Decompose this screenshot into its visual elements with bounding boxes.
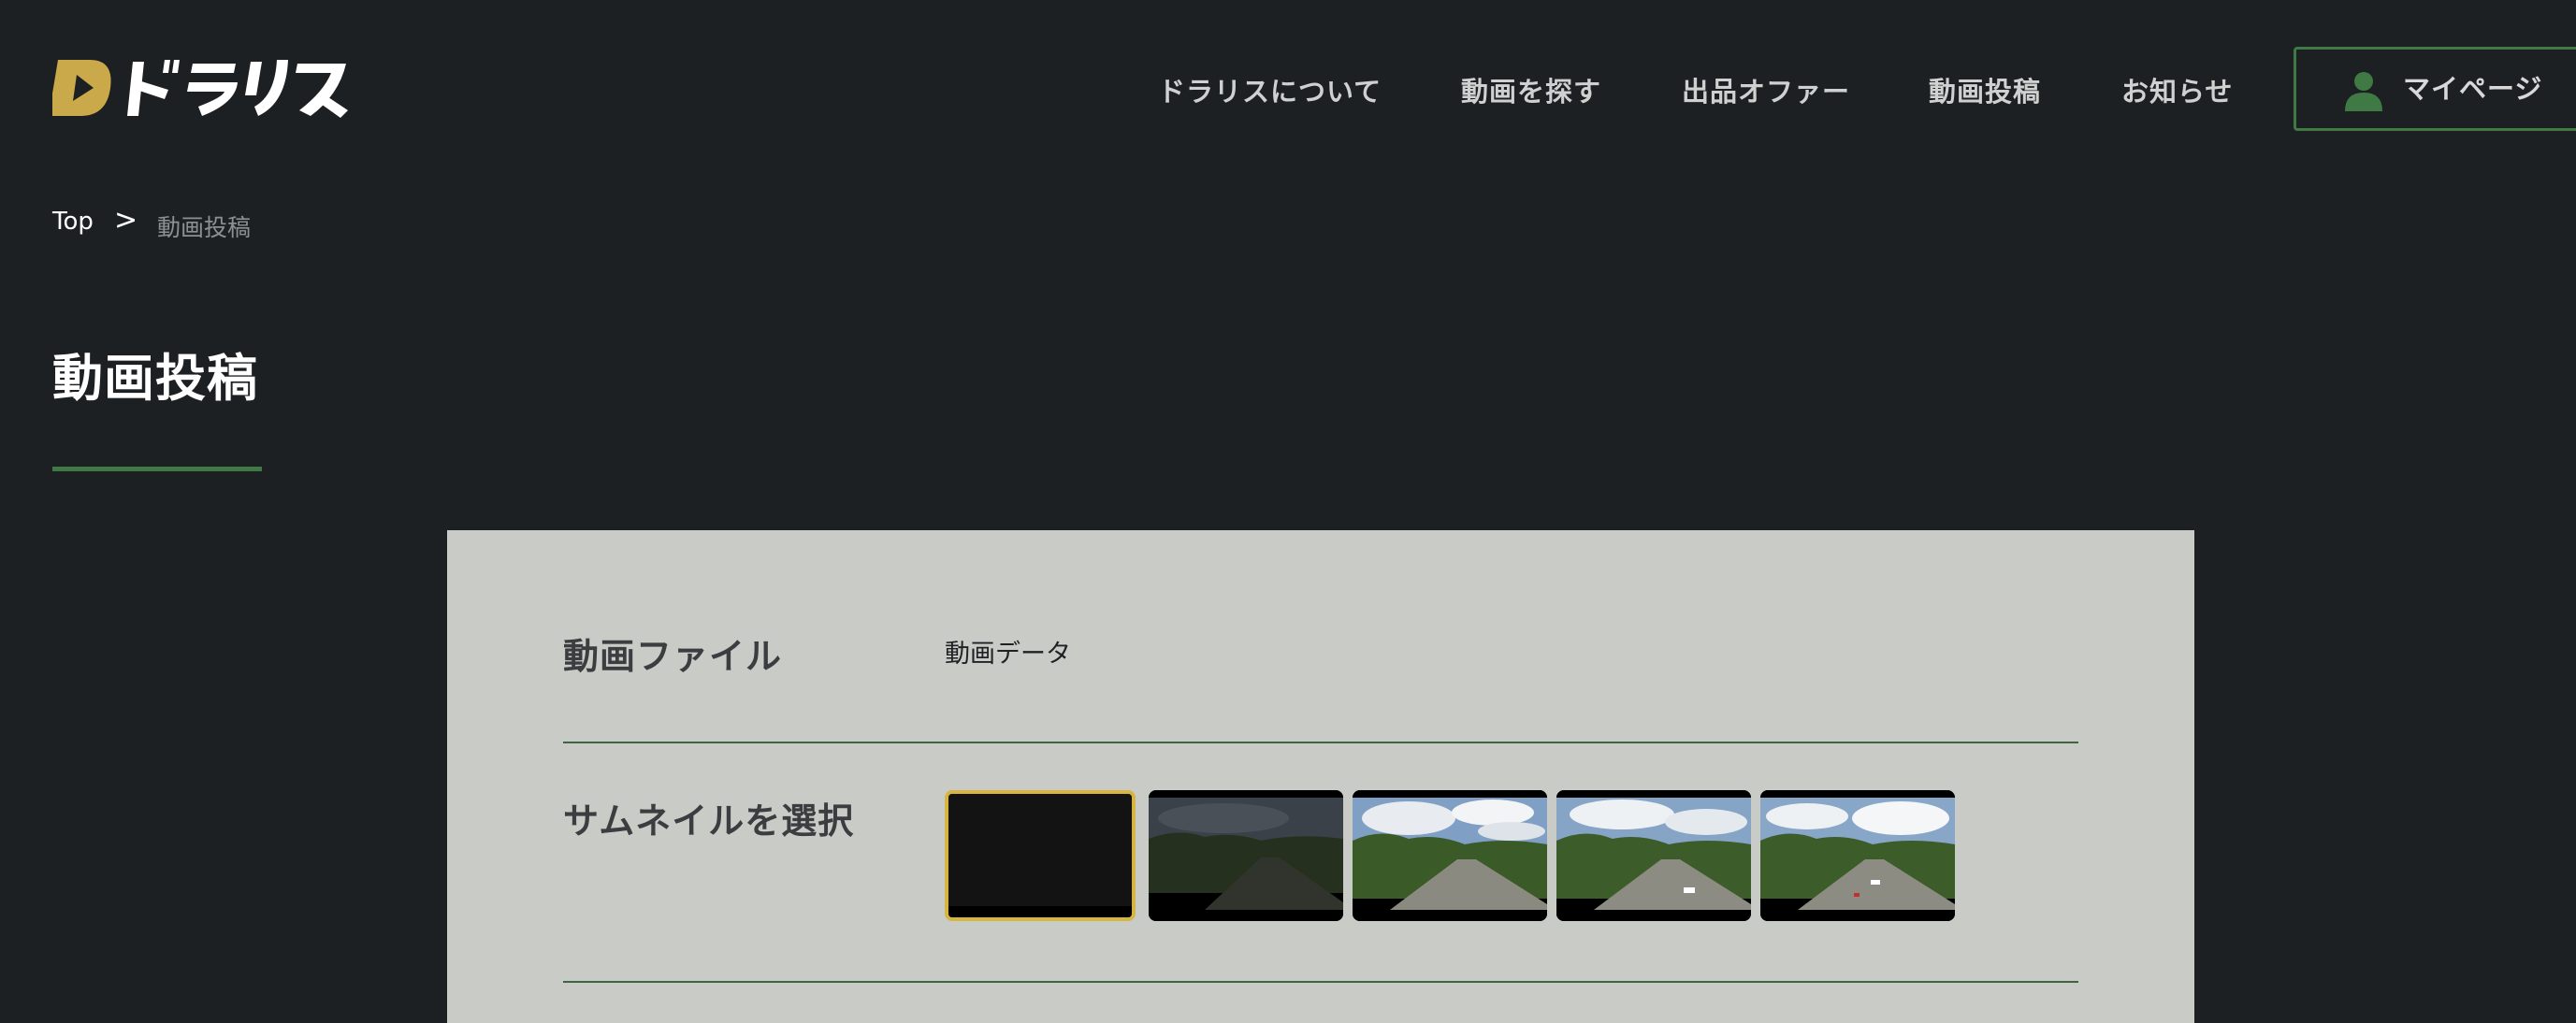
person-icon — [2345, 72, 2382, 111]
main-nav: ドラリスについて 動画を探す 出品オファー 動画投稿 お知らせ — [0, 65, 2576, 118]
nav-item-offers[interactable]: 出品オファー — [1682, 65, 1850, 118]
nav-item-about[interactable]: ドラリスについて — [1158, 65, 1382, 118]
thumbnail-option-selected[interactable] — [945, 790, 1136, 921]
breadcrumb-current: 動画投稿 — [157, 214, 252, 241]
row-divider — [563, 742, 2078, 743]
video-file-value[interactable]: 動画データ — [945, 633, 1071, 670]
thumbnail-option[interactable] — [1556, 790, 1751, 921]
thumbnail-option[interactable] — [1760, 790, 1955, 921]
nav-item-news[interactable]: お知らせ — [2121, 65, 2233, 118]
video-file-label: 動画ファイル — [563, 636, 783, 677]
thumbnail-option[interactable] — [1353, 790, 1547, 921]
nav-item-video-upload[interactable]: 動画投稿 — [1929, 65, 2041, 118]
breadcrumb-top-link[interactable]: Top — [52, 208, 94, 236]
nav-item-search-videos[interactable]: 動画を探す — [1461, 65, 1601, 118]
mypage-label: マイページ — [2403, 73, 2543, 105]
breadcrumb-separator: > — [114, 204, 138, 237]
row-divider — [563, 981, 2078, 983]
title-underline — [52, 467, 262, 471]
mypage-button[interactable]: マイページ — [2294, 47, 2576, 131]
thumbnail-option[interactable] — [1149, 790, 1343, 921]
page-title: 動画投稿 — [52, 349, 258, 408]
thumbnail-label: サムネイルを選択 — [563, 800, 855, 842]
upload-form-panel: 動画ファイル 動画データ サムネイルを選択 — [447, 530, 2194, 1023]
